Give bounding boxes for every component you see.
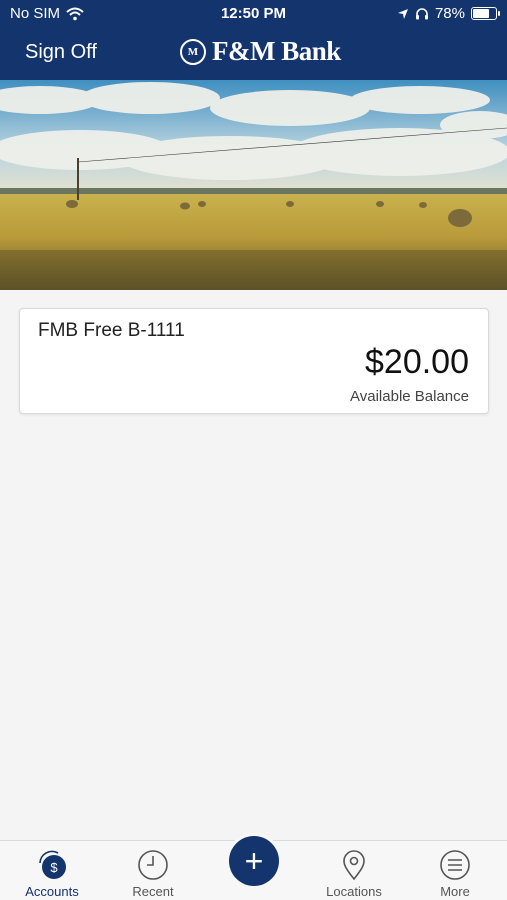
tab-accounts-label: Accounts — [25, 884, 79, 899]
status-bar: No SIM 12:50 PM 78% — [0, 0, 507, 28]
account-balance: $20.00 — [365, 343, 469, 381]
clock-icon — [138, 850, 168, 880]
plus-icon: + — [244, 843, 264, 879]
svg-text:$: $ — [50, 860, 58, 875]
menu-icon — [440, 850, 470, 880]
tab-locations[interactable]: Locations — [304, 841, 404, 900]
battery-icon — [471, 7, 500, 20]
hero-landscape-image — [0, 80, 507, 290]
app-header: Sign Off M F&M Bank — [0, 28, 507, 80]
balance-label: Available Balance — [350, 388, 469, 405]
top-bar: No SIM 12:50 PM 78% Sign Off M F&M Bank — [0, 0, 507, 80]
tab-recent[interactable]: Recent — [103, 841, 203, 900]
tab-more-label: More — [440, 884, 470, 899]
bank-seal-icon: M — [180, 38, 206, 65]
account-name: FMB Free B-1111 — [38, 320, 185, 341]
bank-logo: M F&M Bank — [180, 36, 341, 67]
headphones-icon — [415, 8, 428, 20]
bank-name: F&M Bank — [212, 36, 341, 66]
tab-locations-label: Locations — [326, 884, 382, 899]
add-button[interactable]: + — [229, 836, 279, 886]
location-pin-icon — [343, 850, 365, 881]
tab-accounts[interactable]: $ Accounts — [2, 841, 102, 900]
tab-more[interactable]: More — [405, 841, 505, 900]
account-card[interactable]: FMB Free B-1111 $20.00 Available Balance — [19, 308, 489, 414]
app-screen: No SIM 12:50 PM 78% Sign Off M F&M Bank … — [0, 0, 507, 900]
battery-fill — [473, 9, 489, 18]
battery-percent: 78% — [434, 5, 465, 22]
location-arrow-icon — [397, 8, 408, 19]
status-right: 78% — [397, 5, 500, 22]
tab-recent-label: Recent — [132, 884, 174, 899]
sign-off-button[interactable]: Sign Off — [25, 41, 97, 64]
accounts-dollar-icon: $ — [39, 850, 66, 879]
